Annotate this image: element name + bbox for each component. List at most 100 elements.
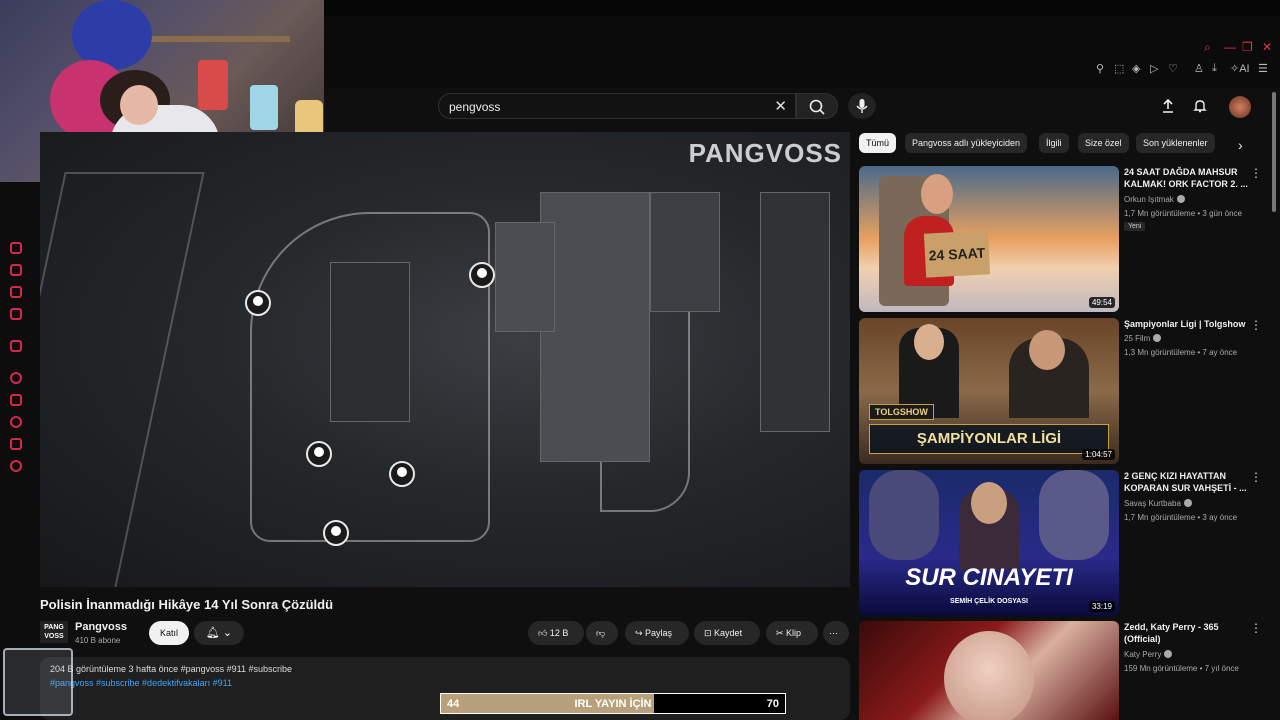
upload-icon[interactable] bbox=[1160, 98, 1176, 114]
description-hashtags[interactable]: #pangvoss #subscribe #dedektifvakaları #… bbox=[50, 678, 232, 688]
thumbs-down-icon: 👎︎ bbox=[596, 628, 606, 638]
dislike-button[interactable]: 👎︎ bbox=[586, 621, 618, 645]
restore-icon[interactable]: ❐ bbox=[1242, 40, 1253, 54]
rec-title[interactable]: 24 SAAT DAĞDA MAHSUR KALMAK! ORK FACTOR … bbox=[1124, 166, 1254, 190]
video-player[interactable]: PANGVOSS bbox=[40, 132, 850, 587]
search-button[interactable] bbox=[796, 93, 838, 119]
thumbnail[interactable] bbox=[859, 621, 1119, 720]
rec-title[interactable]: Şampiyonlar Ligi | Tolgshow bbox=[1124, 318, 1254, 330]
recommendation-item[interactable]: SUR CINAYETI SEMİH ÇELİK DOSYASI 33:19 2… bbox=[858, 470, 1268, 620]
notifications-bell-icon[interactable] bbox=[1192, 98, 1208, 114]
road bbox=[40, 172, 205, 587]
thumb-title: ŞAMPİYONLAR LİGİ bbox=[869, 424, 1109, 454]
sidebar-play-icon[interactable] bbox=[10, 372, 22, 384]
sidebar-settings-icon[interactable] bbox=[10, 460, 22, 472]
channel-avatar[interactable]: PANG VOSS bbox=[40, 621, 68, 643]
video-title: Polisin İnanmadığı Hikâye 14 Yıl Sonra Ç… bbox=[40, 597, 334, 612]
sidebar-pin-icon[interactable] bbox=[10, 394, 22, 406]
sidebar-chat-icon[interactable] bbox=[10, 286, 22, 298]
clear-search-icon[interactable]: ✕ bbox=[774, 97, 787, 115]
profile-icon[interactable]: ♙ bbox=[1194, 62, 1204, 75]
kebab-menu-icon[interactable]: ⋮ bbox=[1250, 621, 1262, 635]
verified-icon bbox=[1183, 499, 1192, 507]
save-button[interactable]: ⊡ Kaydet bbox=[694, 621, 760, 645]
kebab-menu-icon[interactable]: ⋮ bbox=[1250, 318, 1262, 332]
share-button[interactable]: ↪ Paylaş bbox=[625, 621, 689, 645]
face-center bbox=[971, 482, 1007, 524]
goal-target: 70 bbox=[766, 698, 779, 710]
chip-all[interactable]: Tümü bbox=[859, 133, 897, 153]
scissors-icon: ✂ bbox=[776, 628, 787, 638]
save-label: Kaydet bbox=[714, 628, 743, 638]
sidebar-clock-icon[interactable] bbox=[10, 416, 22, 428]
minimize-icon[interactable]: — bbox=[1224, 40, 1236, 54]
search-icon bbox=[809, 99, 825, 115]
rec-channel-name: 25 Film bbox=[1124, 334, 1151, 343]
clip-button[interactable]: ✂ Klip bbox=[766, 621, 818, 645]
face bbox=[921, 174, 953, 214]
thumbnail[interactable]: TOLGSHOW ŞAMPİYONLAR LİGİ 1:04:57 bbox=[859, 318, 1119, 464]
like-count: 12 B bbox=[549, 628, 569, 638]
search-icon[interactable]: ⌕ bbox=[1204, 40, 1211, 55]
building bbox=[495, 222, 555, 332]
chip-for-you[interactable]: Size özel bbox=[1078, 133, 1129, 153]
chip-related[interactable]: İlgili bbox=[1039, 133, 1069, 153]
share-label: Paylaş bbox=[645, 628, 673, 638]
voice-search-button[interactable] bbox=[848, 93, 876, 119]
search-box[interactable]: pengvoss ✕ bbox=[438, 93, 796, 119]
face-right bbox=[1029, 330, 1065, 370]
scrollbar-thumb[interactable] bbox=[1272, 92, 1276, 212]
more-actions-button[interactable]: ⋯ bbox=[823, 621, 849, 645]
pin-icon[interactable]: ⚲ bbox=[1096, 62, 1104, 75]
play-icon[interactable]: ▷ bbox=[1150, 62, 1158, 75]
recommendation-item[interactable]: TOLGSHOW ŞAMPİYONLAR LİGİ 1:04:57 Şampiy… bbox=[858, 318, 1268, 468]
sidebar-extension-icon[interactable] bbox=[10, 438, 22, 450]
recommendation-item[interactable]: Zedd, Katy Perry - 365 (Official) Katy P… bbox=[858, 621, 1268, 720]
new-badge: Yeni bbox=[1124, 222, 1146, 231]
parking-lot bbox=[330, 262, 410, 422]
heart-icon[interactable]: ♡ bbox=[1168, 62, 1178, 75]
microphone-icon bbox=[856, 99, 868, 113]
bookmark-icon: ⊡ bbox=[704, 628, 715, 638]
like-button[interactable]: 👍︎ 12 B bbox=[528, 621, 584, 645]
rec-channel[interactable]: Katy Perry bbox=[1124, 650, 1173, 659]
channel-name[interactable]: Pangvoss bbox=[75, 621, 127, 633]
chip-recent[interactable]: Son yüklenenler bbox=[1136, 133, 1215, 153]
chevron-right-icon[interactable]: › bbox=[1238, 137, 1243, 153]
kebab-menu-icon[interactable]: ⋮ bbox=[1250, 470, 1262, 484]
thumbnail[interactable]: 24 SAAT 49:54 bbox=[859, 166, 1119, 312]
person-face bbox=[120, 85, 158, 125]
kebab-menu-icon[interactable]: ⋮ bbox=[1250, 166, 1262, 180]
face-left bbox=[914, 324, 944, 360]
rec-channel[interactable]: Savaş Kurtbaba bbox=[1124, 499, 1192, 508]
share-icon: ↪ bbox=[635, 628, 646, 638]
thumb-sign: 24 SAAT bbox=[923, 230, 991, 278]
recommendation-item[interactable]: 24 SAAT 49:54 24 SAAT DAĞDA MAHSUR KALMA… bbox=[858, 166, 1268, 316]
thumbnail[interactable]: SUR CINAYETI SEMİH ÇELİK DOSYASI 33:19 bbox=[859, 470, 1119, 616]
browser-toolbar: ⌕ — ❐ ✕ ⚲ ⬚ ◈ ▷ ♡ ♙ ⤓ ✧AI ☰ bbox=[324, 16, 1280, 88]
sidebar-history-icon[interactable] bbox=[10, 242, 22, 254]
join-button[interactable]: Katıl bbox=[149, 621, 189, 645]
rec-channel[interactable]: 25 Film bbox=[1124, 334, 1162, 343]
chip-from-uploader[interactable]: Pangvoss adlı yükleyiciden bbox=[905, 133, 1028, 153]
search-input[interactable]: pengvoss bbox=[449, 100, 500, 114]
rec-title[interactable]: Zedd, Katy Perry - 365 (Official) bbox=[1124, 621, 1254, 645]
subscription-bell-button[interactable]: 🔔︎ ⌄ bbox=[194, 621, 244, 645]
sidebar-bag-icon[interactable] bbox=[10, 264, 22, 276]
rec-title[interactable]: 2 GENÇ KIZI HAYATTAN KOPARAN SUR VAHŞETİ… bbox=[1124, 470, 1254, 494]
ai-icon[interactable]: ✧AI bbox=[1230, 62, 1250, 75]
shield-icon[interactable]: ◈ bbox=[1132, 62, 1140, 75]
person-pin-icon bbox=[469, 262, 495, 288]
download-icon[interactable]: ⤓ bbox=[1212, 62, 1217, 75]
close-icon[interactable]: ✕ bbox=[1262, 40, 1272, 54]
sidebar-twitch-icon[interactable] bbox=[10, 340, 22, 352]
person-pin-icon bbox=[306, 441, 332, 467]
building bbox=[650, 192, 720, 312]
screenshot-icon[interactable]: ⬚ bbox=[1114, 62, 1124, 75]
user-avatar[interactable] bbox=[1229, 96, 1251, 118]
menu-icon[interactable]: ☰ bbox=[1258, 62, 1268, 75]
rec-channel[interactable]: Orkun Işıtmak bbox=[1124, 195, 1185, 204]
sidebar-mail-icon[interactable] bbox=[10, 308, 22, 320]
duration-badge: 33:19 bbox=[1088, 601, 1115, 612]
face-left bbox=[869, 470, 939, 560]
